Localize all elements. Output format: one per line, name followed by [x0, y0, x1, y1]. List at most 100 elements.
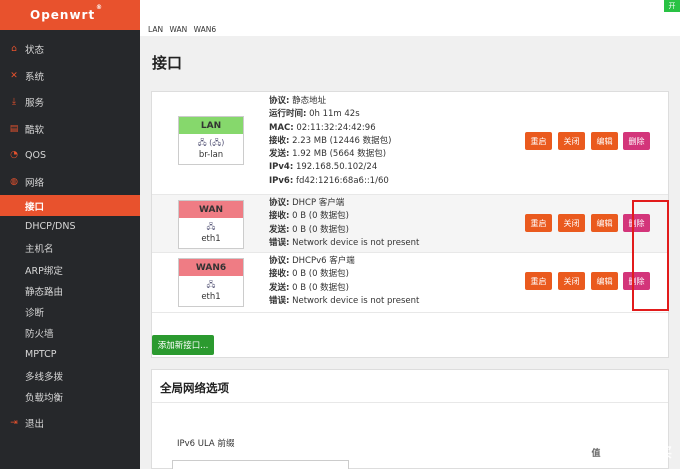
- interface-info: 协议: DHCP 客户端 接收: 0 B (0 数据包) 发送: 0 B (0 …: [269, 197, 419, 250]
- sidebar-bottom: ⇥ 退出: [0, 410, 140, 437]
- box-icon: ▤: [9, 123, 19, 134]
- logout-icon: ⇥: [10, 418, 18, 429]
- info-value: 0 B (0 数据包): [292, 269, 349, 280]
- row-actions: 重启 关闭 编辑: [525, 214, 618, 232]
- sidebar-item-system[interactable]: ✕ 系统: [0, 63, 140, 90]
- info-value: 0 B (0 数据包): [292, 282, 349, 293]
- network-device-icon: 🖧: [206, 222, 216, 231]
- submenu-item-diagnostics[interactable]: 诊断: [0, 301, 140, 322]
- submenu-item-multiwan[interactable]: 多线多拨: [0, 365, 140, 386]
- info-key: 发送:: [269, 282, 290, 293]
- info-key: IPv6:: [269, 175, 294, 186]
- submenu-item-routes[interactable]: 静态路由: [0, 280, 140, 301]
- submenu-item-dhcp[interactable]: DHCP/DNS: [0, 216, 140, 237]
- brand-logo[interactable]: Openwrt ®: [0, 0, 140, 30]
- info-key: 协议:: [269, 256, 290, 266]
- sidebar-item-services[interactable]: ⤓ 服务: [0, 89, 140, 116]
- info-value: 02:11:32:24:42:96: [296, 122, 376, 133]
- interface-name: LAN: [179, 117, 243, 134]
- edit-button[interactable]: 编辑: [591, 132, 618, 150]
- submenu-item-loadbalance[interactable]: 负载均衡: [0, 387, 140, 408]
- info-key: 协议:: [269, 198, 290, 208]
- info-key: 接收:: [269, 211, 290, 222]
- home-icon: ⌂: [11, 44, 17, 55]
- interfaces-table: LAN 🖧 (🖧) br-lan 协议: 静态地址 运行时间: 0h 11m 4…: [151, 91, 669, 358]
- info-value: Network device is not present: [292, 295, 420, 306]
- restart-button[interactable]: 重启: [525, 132, 552, 150]
- toggle-badge[interactable]: 开: [664, 0, 680, 12]
- ula-prefix-input[interactable]: [172, 460, 349, 469]
- interface-device: eth1: [201, 292, 221, 302]
- table-row: WAN6 🖧 eth1 协议: DHCPv6 客户端 接收: 0 B (0 数据…: [152, 253, 668, 313]
- sidebar-item-label: 状态: [25, 45, 45, 57]
- sidebar-item-label: 系统: [25, 71, 45, 83]
- sidebar-item-network[interactable]: ◍ 网络: [0, 169, 140, 196]
- submenu-item-arp[interactable]: ARP绑定: [0, 259, 140, 280]
- info-key: MAC:: [269, 122, 294, 133]
- sidebar-item-qos[interactable]: ◔ QOS: [0, 142, 140, 169]
- stop-button[interactable]: 关闭: [558, 272, 585, 290]
- sidebar-item-label: 网络: [25, 177, 45, 189]
- sidebar-menu: ⌂ 状态 ✕ 系统 ⤓ 服务 ▤ 酷软 ◔ QOS ◍ 网络: [0, 36, 140, 195]
- submenu-item-mptcp[interactable]: MPTCP: [0, 344, 140, 365]
- sidebar-item-logout[interactable]: ⇥ 退出: [0, 410, 140, 437]
- table-row: LAN 🖧 (🖧) br-lan 协议: 静态地址 运行时间: 0h 11m 4…: [152, 92, 668, 195]
- stop-button[interactable]: 关闭: [558, 132, 585, 150]
- submenu-item-interfaces[interactable]: 接口: [0, 195, 140, 217]
- info-value: 0 B (0 数据包): [292, 224, 349, 235]
- edit-button[interactable]: 编辑: [591, 272, 618, 290]
- ula-prefix-label: IPv6 ULA 前缀: [177, 439, 235, 449]
- add-interface-button[interactable]: 添加新接口...: [152, 335, 214, 355]
- info-key: 接收:: [269, 135, 290, 146]
- interface-badge: WAN6 🖧 eth1: [178, 258, 244, 307]
- submenu-item-firewall[interactable]: 防火墙: [0, 323, 140, 344]
- info-value: 0 B (0 数据包): [292, 211, 349, 222]
- gauge-icon: ◔: [10, 150, 18, 161]
- brand-reg: ®: [96, 4, 103, 11]
- info-key: IPv4:: [269, 162, 294, 173]
- edit-button[interactable]: 编辑: [591, 214, 618, 232]
- tools-icon: ✕: [10, 70, 18, 81]
- tab-wan6[interactable]: WAN6: [194, 25, 217, 34]
- info-value: DHCP 客户端: [292, 198, 345, 208]
- watermark: 值什么值得买: [588, 442, 672, 461]
- watermark-logo-icon: 值: [588, 446, 603, 461]
- delete-button[interactable]: 删除: [623, 132, 650, 150]
- network-device-icon: 🖧 (🖧): [197, 138, 225, 147]
- breadcrumb: LAN WAN WAN6: [140, 24, 680, 36]
- info-key: 协议:: [269, 96, 290, 106]
- network-submenu: 接口 DHCP/DNS 主机名 ARP绑定 静态路由 诊断 防火墙 MPTCP …: [0, 195, 140, 408]
- stop-button[interactable]: 关闭: [558, 214, 585, 232]
- page-title: 接口: [152, 54, 183, 72]
- interface-device: br-lan: [198, 150, 224, 160]
- row-actions: 重启 关闭 编辑: [525, 272, 618, 290]
- topbar: 开: [140, 0, 680, 24]
- info-value: Network device is not present: [292, 237, 420, 248]
- info-value: 2.23 MB (12446 数据包): [292, 135, 392, 146]
- tab-lan[interactable]: LAN: [148, 25, 163, 34]
- info-key: 发送:: [269, 224, 290, 235]
- info-value: 1.92 MB (5664 数据包): [292, 149, 387, 160]
- info-key: 错误:: [269, 237, 290, 248]
- table-row: WAN 🖧 eth1 协议: DHCP 客户端 接收: 0 B (0 数据包) …: [152, 195, 668, 253]
- sidebar-item-label: QOS: [25, 149, 46, 161]
- sidebar-item-software[interactable]: ▤ 酷软: [0, 116, 140, 143]
- restart-button[interactable]: 重启: [525, 214, 552, 232]
- sidebar-item-label: 酷软: [25, 124, 45, 136]
- interface-badge: LAN 🖧 (🖧) br-lan: [178, 116, 244, 165]
- info-key: 运行时间:: [269, 109, 307, 120]
- globe-icon: ◍: [10, 176, 18, 187]
- network-device-icon: 🖧: [206, 280, 216, 289]
- divider: [152, 402, 668, 403]
- submenu-item-hostnames[interactable]: 主机名: [0, 238, 140, 259]
- restart-button[interactable]: 重启: [525, 272, 552, 290]
- tab-wan[interactable]: WAN: [169, 25, 187, 34]
- row-actions: 重启 关闭 编辑: [525, 132, 618, 150]
- section-title: 全局网络选项: [160, 381, 229, 395]
- interface-badge: WAN 🖧 eth1: [178, 200, 244, 249]
- interface-device: eth1: [201, 234, 221, 244]
- sidebar-item-label: 服务: [25, 98, 45, 110]
- sidebar-item-status[interactable]: ⌂ 状态: [0, 36, 140, 63]
- download-icon: ⤓: [12, 97, 16, 108]
- highlight-box: [632, 200, 669, 311]
